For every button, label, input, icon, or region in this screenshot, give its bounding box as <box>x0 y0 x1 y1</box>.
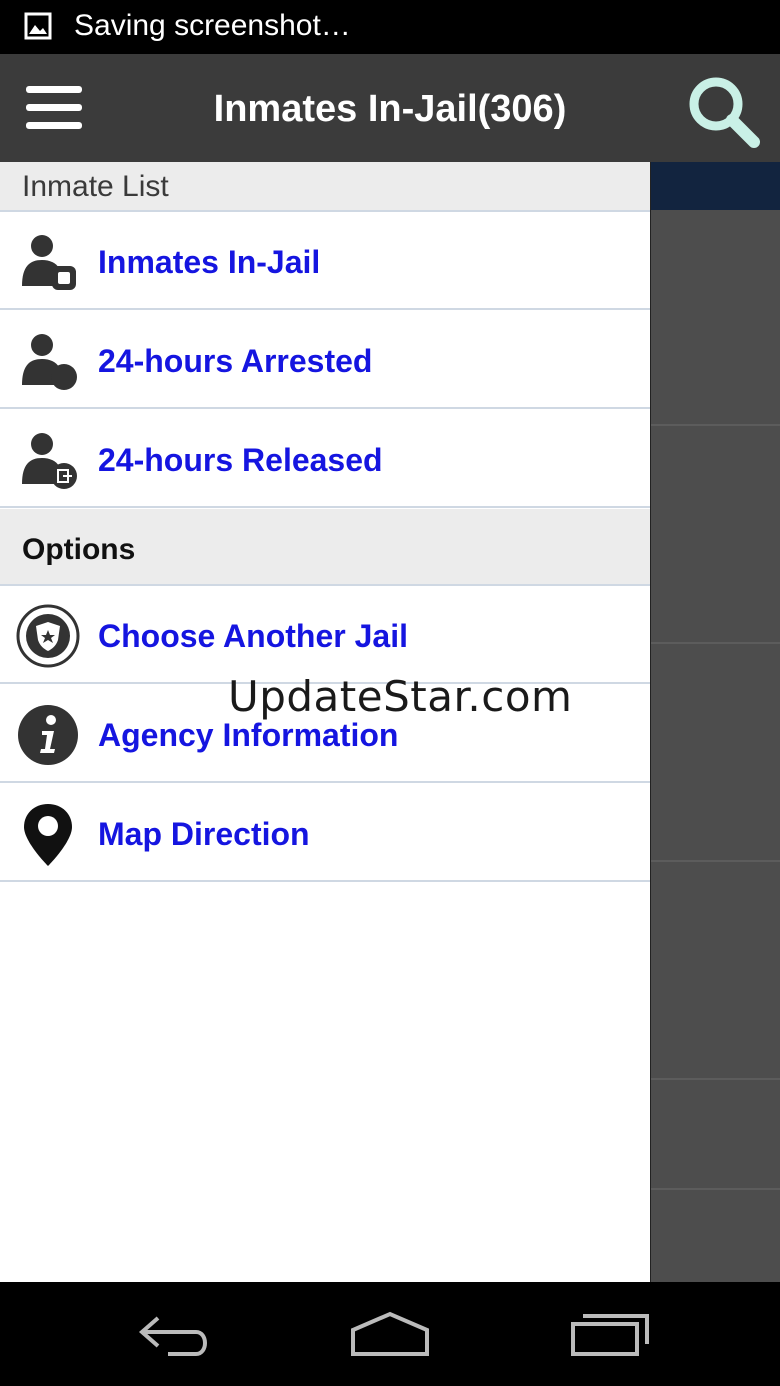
menu-item-label: 24-hours Released <box>98 442 383 478</box>
menu-item-24-hours-released[interactable]: 24-hours Released <box>0 410 650 508</box>
menu-item-inmates-in-jail[interactable]: Inmates In-Jail <box>0 212 650 310</box>
menu-item-label: 24-hours Arrested <box>98 343 373 379</box>
image-icon <box>24 12 52 40</box>
section-header-options: Options <box>0 509 650 586</box>
recents-icon[interactable] <box>565 1308 655 1360</box>
menu-item-label: Map Direction <box>98 816 310 852</box>
menu-item-label: Agency Information <box>98 717 399 753</box>
section-label: Inmate List <box>22 170 169 203</box>
watermark: UpdateStar.com <box>228 672 573 721</box>
menu-item-label: Choose Another Jail <box>98 618 408 654</box>
menu-item-label: Inmates In-Jail <box>98 244 321 280</box>
divider <box>650 642 780 644</box>
divider <box>650 424 780 426</box>
map-pin-icon <box>24 804 72 866</box>
person-arrested-icon <box>22 334 77 390</box>
info-icon <box>18 705 78 765</box>
status-bar: Saving screenshot… <box>0 0 780 54</box>
divider <box>650 1078 780 1080</box>
action-bar: Inmates In-Jail(306) <box>0 54 780 162</box>
police-badge-icon <box>16 604 80 668</box>
background-list <box>650 162 780 1282</box>
home-icon[interactable] <box>345 1308 435 1360</box>
divider <box>650 860 780 862</box>
menu-item-24-hours-arrested[interactable]: 24-hours Arrested <box>0 311 650 409</box>
person-released-icon <box>22 433 77 489</box>
divider <box>650 1188 780 1190</box>
system-nav-bar <box>0 1282 780 1386</box>
person-jail-icon <box>22 235 76 290</box>
page-title: Inmates In-Jail(306) <box>213 88 567 130</box>
search-icon[interactable] <box>684 72 762 150</box>
menu-item-choose-another-jail[interactable]: Choose Another Jail <box>0 586 650 684</box>
section-label: Options <box>22 533 136 566</box>
back-icon[interactable] <box>128 1308 218 1360</box>
section-header-inmate-list: Inmate List <box>0 162 650 212</box>
status-text: Saving screenshot… <box>74 9 351 42</box>
menu-item-map-direction[interactable]: Map Direction <box>0 784 650 882</box>
navigation-drawer: Inmate List Inmates In-Jail 24-hours Arr… <box>0 162 651 1282</box>
hamburger-menu-icon[interactable] <box>20 82 88 134</box>
background-header <box>650 162 780 210</box>
